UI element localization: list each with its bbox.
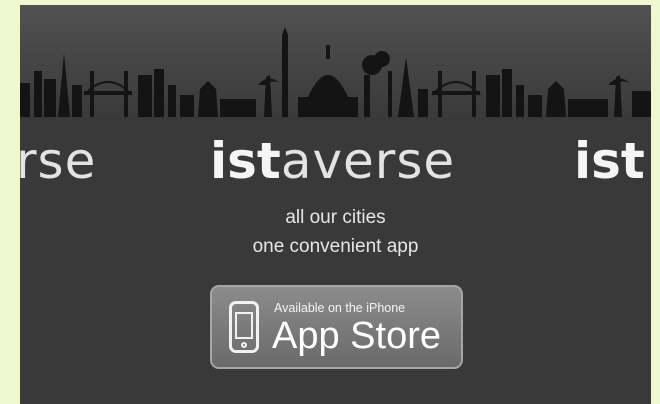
app-store-badge[interactable]: Available on the iPhone App Store [210,285,463,369]
iphone-home-button [241,342,247,348]
logo-fragment-left-text: rse [20,132,97,190]
iphone-icon [229,301,259,353]
logo-fragment-right-text: ist [574,132,645,190]
tagline-line-1: all our cities [285,207,386,228]
city-skyline [20,5,651,117]
istaverse-banner[interactable]: rse istaverse ist all our cities one con… [20,5,651,404]
tagline-line-2: one convenient app [252,236,419,257]
badge-big-text: App Store [272,315,441,357]
istaverse-logo[interactable]: istaverse [210,125,455,197]
logo-row: rse istaverse ist [20,125,651,197]
logo-fragment-right: ist [574,125,645,197]
iphone-screen [235,312,253,339]
logo-bold-text: ist [210,132,281,190]
skyline-silhouette-icon [20,27,651,117]
logo-fragment-left: rse [20,125,96,197]
page: rse istaverse ist all our cities one con… [0,0,660,404]
badge-small-text: Available on the iPhone [274,301,406,315]
logo-light-text: averse [280,132,456,190]
